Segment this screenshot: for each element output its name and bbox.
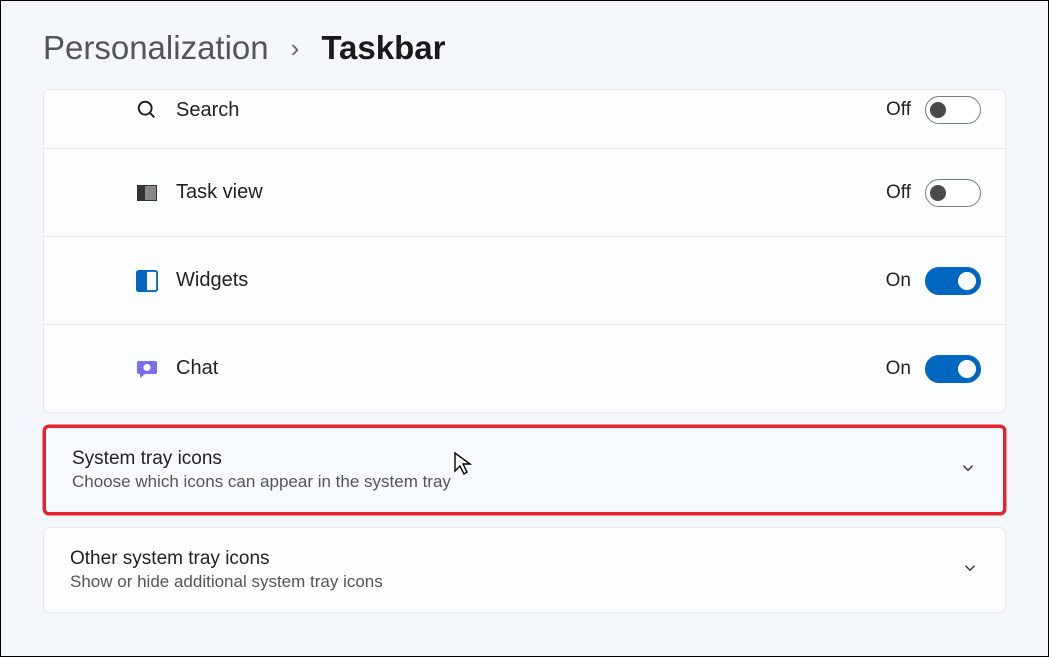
chevron-right-icon: › [291,33,300,64]
row-state: On [886,270,911,292]
breadcrumb: Personalization › Taskbar [43,29,1006,67]
taskview-icon [134,180,160,206]
row-state: Off [886,99,911,121]
toggle-chat[interactable] [925,355,981,383]
section-subtitle: Choose which icons can appear in the sys… [72,472,451,492]
row-label: Task view [176,181,263,204]
search-icon [134,97,160,123]
row-state: Off [886,182,911,204]
section-system-tray-icons[interactable]: System tray icons Choose which icons can… [43,425,1006,515]
row-chat: Chat On [44,324,1005,412]
widgets-icon [134,268,160,294]
section-other-system-tray-icons[interactable]: Other system tray icons Show or hide add… [43,527,1006,613]
row-label: Widgets [176,269,248,292]
breadcrumb-current: Taskbar [321,29,445,67]
toggle-search[interactable] [925,96,981,124]
row-widgets: Widgets On [44,236,1005,324]
row-taskview: Task view Off [44,148,1005,236]
row-label: Chat [176,357,218,380]
row-label: Search [176,99,239,122]
row-search: Search Off [44,90,1005,148]
toggle-widgets[interactable] [925,267,981,295]
chevron-down-icon[interactable] [961,559,979,582]
section-title: Other system tray icons [70,548,383,570]
toggle-taskview[interactable] [925,179,981,207]
chevron-down-icon[interactable] [959,459,977,482]
section-subtitle: Show or hide additional system tray icon… [70,572,383,592]
chat-icon [134,356,160,382]
breadcrumb-parent[interactable]: Personalization [43,29,269,67]
section-title: System tray icons [72,448,451,470]
row-state: On [886,358,911,380]
taskbar-items-panel: Search Off Task view Off Widgets On [43,89,1006,413]
